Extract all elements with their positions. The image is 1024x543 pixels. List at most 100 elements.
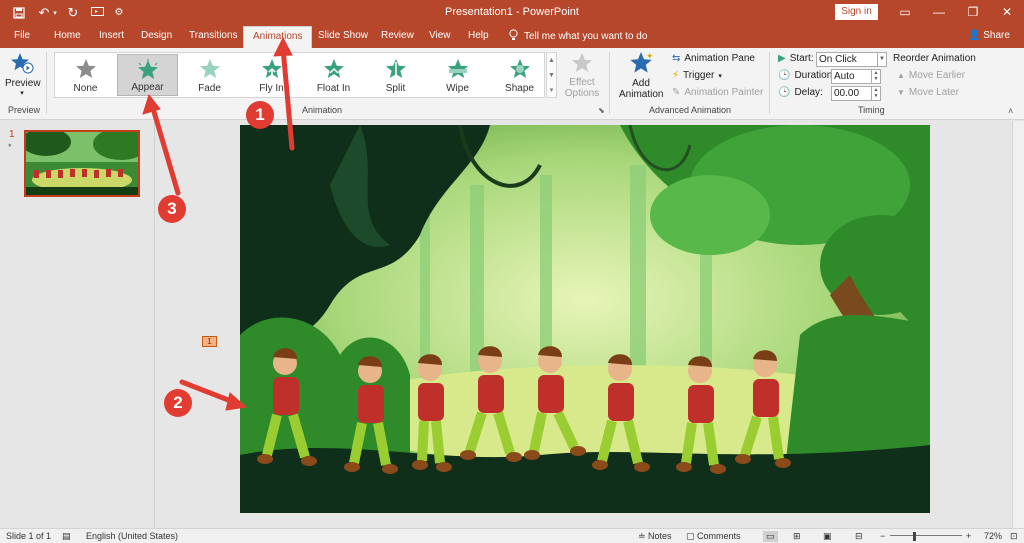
zoom-in-icon[interactable]: + — [966, 531, 971, 541]
minimize-icon[interactable]: — — [924, 3, 954, 21]
tab-file[interactable]: File — [14, 30, 30, 41]
star-wipe-icon — [447, 59, 468, 78]
delay-input[interactable]: 00.00 ▲ ▼ — [831, 86, 881, 101]
fit-slide-icon[interactable]: ⊡ — [1010, 531, 1018, 542]
spelling-icon[interactable]: ▤ — [62, 531, 71, 542]
thumbnail-jungle-image — [26, 132, 138, 195]
sign-in-button[interactable]: Sign in — [835, 4, 878, 20]
chevron-down-icon[interactable]: ▼ — [877, 53, 886, 66]
anim-shape[interactable]: Shape — [489, 54, 550, 96]
animation-pane-icon: ⇆ — [672, 53, 681, 64]
tell-me-search[interactable]: Tell me what you want to do — [509, 29, 647, 44]
tab-insert[interactable]: Insert — [99, 30, 124, 41]
anim-fade[interactable]: Fade — [179, 54, 240, 96]
duration-input[interactable]: Auto ▲ ▼ — [831, 69, 881, 84]
add-animation-label: Add Animation — [619, 78, 664, 100]
person-icon: 👤 — [968, 30, 981, 41]
gallery-up-icon[interactable]: ▲ — [547, 53, 556, 68]
status-bar: Slide 1 of 1 ▤ English (United States) ≐… — [0, 528, 1024, 543]
animation-pane-button[interactable]: ⇆ Animation Pane — [672, 53, 755, 64]
spinner-icon[interactable]: ▲ ▼ — [871, 70, 880, 83]
gallery-more-icon[interactable]: ▾ — [547, 83, 556, 98]
anim-label: Split — [385, 83, 406, 94]
anim-label: Wipe — [446, 83, 469, 94]
slide-sorter-icon[interactable]: ⊞ — [793, 531, 801, 542]
preview-button[interactable]: Preview ▾ — [5, 52, 41, 100]
reorder-text: Reorder Animation — [893, 53, 976, 64]
comments-label: Comments — [697, 531, 741, 541]
gallery-scroll[interactable]: ▲ ▼ ▾ — [546, 52, 557, 98]
star-gray-icon — [75, 59, 96, 78]
trigger-label: Trigger — [683, 70, 715, 81]
restore-icon[interactable]: ❐ — [958, 3, 988, 21]
animation-gallery: None Appear Fade Fly In Float In Split W… — [54, 52, 545, 98]
group-divider — [609, 52, 610, 114]
chevron-down-icon: ▾ — [20, 90, 24, 97]
move-earlier-button[interactable]: ▲ Move Earlier — [897, 70, 965, 81]
effect-options-button[interactable]: Effect Options — [560, 52, 604, 99]
ribbon-tabs: File Home Insert Design Transitions Anim… — [0, 25, 1024, 48]
painter-icon: ✎ — [672, 87, 681, 98]
reading-view-icon[interactable]: ▣ — [823, 531, 832, 542]
delay-label: 🕒 Delay: — [778, 87, 823, 98]
anim-float-in[interactable]: Float In — [303, 54, 364, 96]
add-animation-button[interactable]: ✦ Add Animation — [614, 51, 668, 100]
language-status[interactable]: English (United States) — [86, 531, 178, 541]
close-icon[interactable]: ✕ — [992, 3, 1022, 21]
star-flyin-icon — [261, 59, 282, 79]
slides-pane: 1 * — [0, 121, 155, 528]
normal-view-icon[interactable]: ▭ — [763, 531, 778, 542]
callout-3: 3 — [158, 195, 186, 223]
tell-me-text: Tell me what you want to do — [524, 31, 648, 42]
anim-appear[interactable]: Appear — [117, 54, 178, 96]
move-later-button[interactable]: ▼ Move Later — [897, 87, 959, 98]
anim-wipe[interactable]: Wipe — [427, 54, 488, 96]
tab-view[interactable]: View — [429, 30, 451, 41]
tab-slide-show[interactable]: Slide Show — [318, 30, 368, 41]
delay-value: 00.00 — [834, 88, 860, 99]
notes-label: Notes — [648, 531, 672, 541]
tab-help[interactable]: Help — [468, 30, 489, 41]
zoom-level[interactable]: 72% — [984, 531, 1002, 541]
trigger-button[interactable]: ⚡ Trigger ▾ — [672, 70, 722, 81]
lightbulb-icon — [509, 29, 518, 44]
animation-order-tag[interactable]: 1 — [202, 336, 217, 347]
gallery-down-icon[interactable]: ▼ — [547, 68, 556, 83]
preview-label: Preview — [5, 78, 41, 89]
zoom-slider-thumb[interactable] — [913, 532, 916, 541]
zoom-out-icon[interactable]: − — [880, 531, 885, 541]
collapse-ribbon-icon[interactable]: ˄ — [1008, 106, 1013, 116]
start-label: ▶ Start: — [778, 53, 814, 64]
animation-painter-button[interactable]: ✎ Animation Painter — [672, 87, 763, 98]
dialog-launcher-icon[interactable]: ⬊ — [598, 106, 605, 115]
zoom-slider[interactable] — [890, 535, 962, 536]
vertical-scrollbar[interactable] — [1012, 121, 1024, 528]
duration-value: Auto — [834, 71, 855, 82]
tab-animations[interactable]: Animations — [243, 26, 313, 48]
tab-transitions[interactable]: Transitions — [189, 30, 238, 41]
tab-home[interactable]: Home — [54, 30, 81, 41]
animation-painter-label: Animation Painter — [684, 87, 764, 98]
comments-button[interactable]: ▢ Comments — [686, 531, 741, 542]
notes-button[interactable]: ≐ Notes — [638, 531, 672, 542]
tab-design[interactable]: Design — [141, 30, 172, 41]
anim-label: Appear — [131, 82, 164, 93]
title-bar: ↶ ▾ ↻ ⚙ Presentation1 - PowerPoint Sign … — [0, 0, 1024, 25]
slide-canvas[interactable] — [240, 125, 930, 513]
move-earlier-label: Move Earlier — [908, 70, 966, 81]
anim-split[interactable]: Split — [365, 54, 426, 96]
slide-thumbnail[interactable] — [24, 130, 140, 197]
delay-text: Delay: — [794, 87, 823, 98]
star-split-icon — [385, 59, 406, 78]
star-shape-icon — [509, 59, 530, 78]
ribbon-display-options-icon[interactable]: ▭ — [890, 3, 920, 21]
anim-fly-in[interactable]: Fly In — [241, 54, 302, 96]
clock-icon: 🕒 — [778, 70, 791, 81]
reorder-animation-label: Reorder Animation — [893, 53, 976, 64]
share-button[interactable]: 👤 Share — [968, 30, 1010, 41]
slideshow-view-icon[interactable]: ⊟ — [855, 531, 863, 542]
start-select[interactable]: On Click ▼ — [816, 52, 887, 67]
anim-none[interactable]: None — [55, 54, 116, 96]
tab-review[interactable]: Review — [381, 30, 414, 41]
spinner-icon[interactable]: ▲ ▼ — [871, 87, 880, 100]
